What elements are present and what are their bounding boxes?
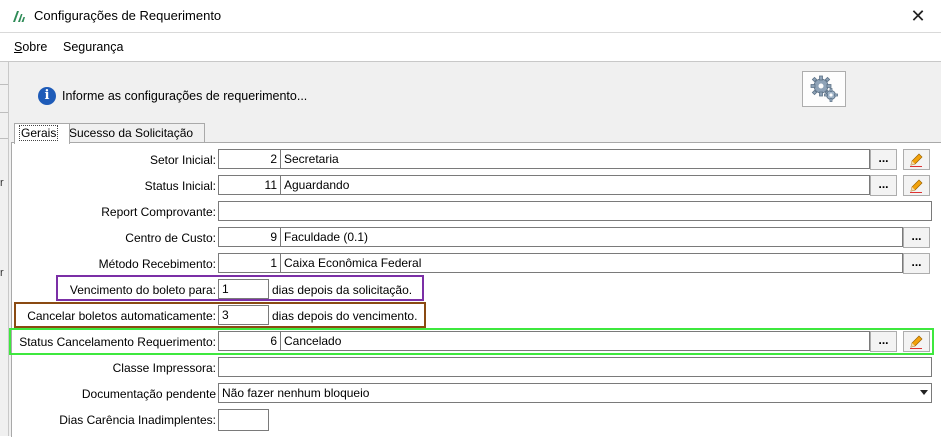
row-setor-inicial: Setor Inicial: 2 Secretaria ... (12, 148, 941, 172)
row-dias-carencia: Dias Carência Inadimplentes: (12, 408, 941, 432)
centro-custo-lookup-button[interactable]: ... (903, 227, 930, 248)
pencil-icon (910, 335, 923, 349)
dias-carencia-field[interactable] (218, 409, 269, 431)
menu-sobre[interactable]: Sobre (14, 40, 47, 54)
edge-divider (0, 138, 8, 139)
edge-divider (0, 84, 8, 85)
menu-bar: Sobre Segurança (0, 33, 941, 62)
metodo-recebimento-description-field[interactable]: Caixa Econômica Federal (280, 253, 903, 273)
metodo-recebimento-lookup-button[interactable]: ... (903, 253, 930, 274)
status-cancelamento-label: Status Cancelamento Requerimento: (19, 335, 216, 349)
pencil-icon (910, 153, 923, 167)
centro-custo-description-field[interactable]: Faculdade (0.1) (280, 227, 903, 247)
row-documentacao-pendente: Documentação pendente Não fazer nenhum b… (12, 382, 941, 406)
row-report-comprovante: Report Comprovante: (12, 200, 941, 224)
title-bar: Configurações de Requerimento ✕ (0, 0, 941, 33)
status-inicial-edit-button[interactable] (903, 175, 930, 196)
info-message: Informe as configurações de requerimento… (62, 89, 308, 103)
setor-inicial-edit-button[interactable] (903, 149, 930, 170)
status-inicial-description-field[interactable]: Aguardando (280, 175, 870, 195)
gears-icon (810, 75, 838, 102)
edge-letter: r (0, 177, 4, 189)
edge-divider (0, 112, 8, 113)
centro-custo-code-field[interactable]: 9 (218, 227, 281, 247)
cancelar-boletos-suffix: dias depois do vencimento. (272, 309, 418, 323)
report-comprovante-label: Report Comprovante: (101, 205, 216, 219)
background-window-edge: r r (0, 62, 9, 436)
row-classe-impressora: Classe Impressora: (12, 356, 941, 380)
status-cancelamento-lookup-button[interactable]: ... (870, 331, 897, 352)
setor-inicial-description-field[interactable]: Secretaria (280, 149, 870, 169)
status-inicial-lookup-button[interactable]: ... (870, 175, 897, 196)
setor-inicial-code-field[interactable]: 2 (218, 149, 281, 169)
setor-inicial-label: Setor Inicial: (149, 153, 216, 167)
status-cancelamento-code-field[interactable]: 6 (218, 331, 281, 351)
classe-impressora-field[interactable] (218, 357, 932, 377)
pencil-icon (910, 179, 923, 193)
status-cancelamento-description-field[interactable]: Cancelado (280, 331, 870, 351)
content-area: i Informe as configurações de requerimen… (9, 62, 941, 437)
documentacao-pendente-label: Documentação pendente (81, 387, 216, 401)
tab-sucesso-solicitacao[interactable]: Sucesso da Solicitação (64, 123, 205, 143)
metodo-recebimento-label: Método Recebimento: (98, 257, 216, 271)
status-cancelamento-edit-button[interactable] (903, 331, 930, 352)
report-comprovante-field[interactable] (218, 201, 932, 221)
cancelar-boletos-label: Cancelar boletos automaticamente: (27, 309, 216, 323)
documentacao-pendente-select[interactable]: Não fazer nenhum bloqueio (218, 383, 932, 403)
vencimento-boleto-suffix: dias depois da solicitação. (272, 283, 413, 297)
dias-carencia-label: Dias Carência Inadimplentes: (59, 413, 216, 427)
tab-gerais[interactable]: Gerais (14, 123, 70, 144)
tab-panel-gerais: Setor Inicial: 2 Secretaria ... Status I… (9, 142, 941, 437)
centro-custo-label: Centro de Custo: (125, 231, 216, 245)
chevron-down-icon (920, 390, 928, 395)
row-vencimento-boleto: Vencimento do boleto para: 1 dias depois… (12, 278, 941, 302)
edge-letter: r (0, 267, 4, 279)
row-status-cancelamento: Status Cancelamento Requerimento: 6 Canc… (12, 330, 941, 354)
close-button[interactable]: ✕ (895, 0, 941, 32)
vencimento-boleto-label: Vencimento do boleto para: (69, 283, 216, 297)
vencimento-boleto-field[interactable]: 1 (218, 279, 269, 299)
app-logo-icon (13, 11, 25, 22)
info-icon: i (38, 87, 56, 105)
classe-impressora-label: Classe Impressora: (112, 361, 216, 375)
tab-gerais-label: Gerais (19, 125, 59, 141)
row-cancelar-boletos: Cancelar boletos automaticamente: 3 dias… (12, 304, 941, 328)
status-inicial-label: Status Inicial: (144, 179, 216, 193)
window-title: Configurações de Requerimento (34, 8, 222, 23)
metodo-recebimento-code-field[interactable]: 1 (218, 253, 281, 273)
row-centro-custo: Centro de Custo: 9 Faculdade (0.1) ... (12, 226, 941, 250)
menu-sobre-rest: obre (22, 40, 48, 54)
row-metodo-recebimento: Método Recebimento: 1 Caixa Econômica Fe… (12, 252, 941, 276)
menu-seguranca[interactable]: Segurança (63, 40, 123, 54)
status-inicial-code-field[interactable]: 11 (218, 175, 281, 195)
documentacao-pendente-selected: Não fazer nenhum bloqueio (222, 386, 370, 400)
row-status-inicial: Status Inicial: 11 Aguardando ... (12, 174, 941, 198)
settings-button[interactable] (802, 71, 846, 107)
setor-inicial-lookup-button[interactable]: ... (870, 149, 897, 170)
cancelar-boletos-field[interactable]: 3 (218, 305, 269, 325)
